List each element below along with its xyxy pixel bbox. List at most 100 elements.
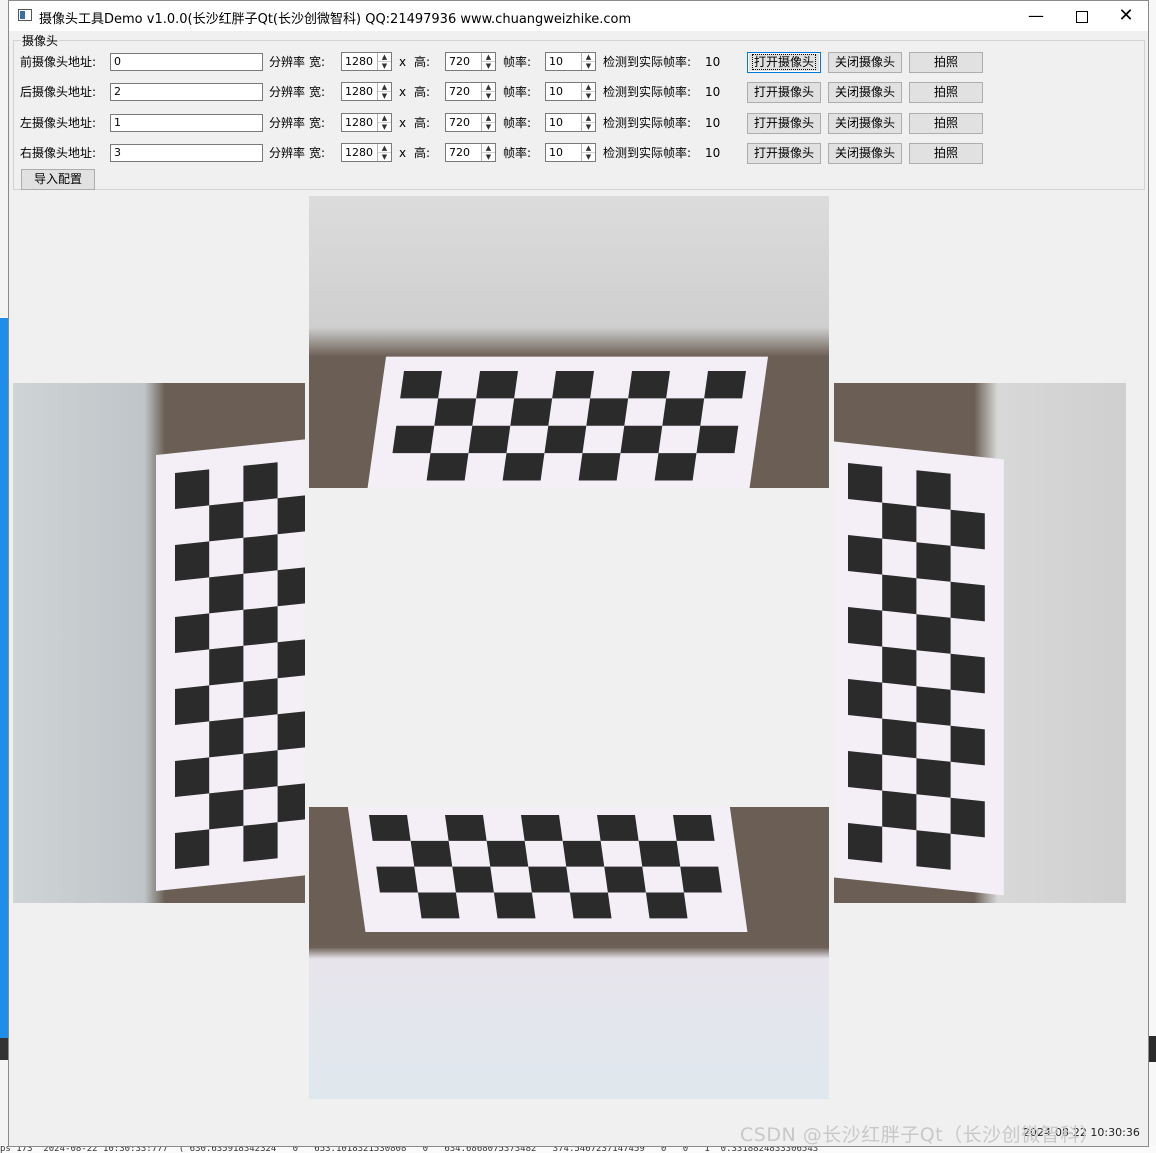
- spinbox-arrows[interactable]: ▲ ▼: [581, 83, 595, 100]
- close-camera-button[interactable]: 关闭摄像头: [828, 113, 902, 134]
- fps-spinbox[interactable]: 10 ▲ ▼: [545, 143, 596, 162]
- resolution-label: 分辨率: [269, 55, 306, 69]
- close-camera-button[interactable]: 关闭摄像头: [828, 52, 902, 73]
- width-spinbox[interactable]: 1280 ▲ ▼: [341, 82, 392, 101]
- rear-camera-feed: [309, 807, 829, 1099]
- spin-down-icon[interactable]: ▼: [378, 92, 391, 100]
- maximize-button[interactable]: [1059, 1, 1105, 31]
- height-label: 高:: [414, 55, 431, 69]
- camera-address-input[interactable]: 1: [110, 114, 263, 132]
- window-title: 摄像头工具Demo v1.0.0(长沙红胖子Qt(长沙创微智科) QQ:2149…: [39, 12, 632, 27]
- spin-down-icon[interactable]: ▼: [482, 62, 495, 70]
- spinbox-arrows[interactable]: ▲ ▼: [377, 144, 391, 161]
- close-camera-button[interactable]: 关闭摄像头: [828, 143, 902, 164]
- height-spinbox[interactable]: 720 ▲ ▼: [445, 82, 496, 101]
- spin-up-icon[interactable]: ▲: [378, 53, 391, 62]
- spinbox-value: 10: [549, 85, 563, 98]
- checkerboard-image: [834, 441, 1004, 896]
- spin-up-icon[interactable]: ▲: [582, 144, 595, 153]
- spin-up-icon[interactable]: ▲: [582, 83, 595, 92]
- spin-up-icon[interactable]: ▲: [378, 83, 391, 92]
- width-spinbox[interactable]: 1280 ▲ ▼: [341, 113, 392, 132]
- spinbox-arrows[interactable]: ▲ ▼: [377, 114, 391, 131]
- spin-down-icon[interactable]: ▼: [582, 153, 595, 161]
- width-label: 宽:: [309, 116, 326, 130]
- spinbox-value: 1280: [345, 146, 373, 159]
- spinbox-arrows[interactable]: ▲ ▼: [481, 83, 495, 100]
- open-camera-button[interactable]: 打开摄像头: [747, 143, 821, 164]
- fps-spinbox[interactable]: 10 ▲ ▼: [545, 113, 596, 132]
- spin-up-icon[interactable]: ▲: [582, 114, 595, 123]
- spin-up-icon[interactable]: ▲: [482, 114, 495, 123]
- spinbox-arrows[interactable]: ▲ ▼: [377, 83, 391, 100]
- camera-address-label: 前摄像头地址:: [20, 55, 97, 69]
- detected-fps-label: 检测到实际帧率:: [603, 146, 692, 160]
- spinbox-arrows[interactable]: ▲ ▼: [581, 144, 595, 161]
- spinbox-arrows[interactable]: ▲ ▼: [581, 53, 595, 70]
- width-spinbox[interactable]: 1280 ▲ ▼: [341, 143, 392, 162]
- spin-down-icon[interactable]: ▼: [582, 92, 595, 100]
- spin-up-icon[interactable]: ▲: [582, 53, 595, 62]
- camera-row: 右摄像头地址: 3 分辨率 宽: 1280 ▲ ▼ x 高: 720 ▲ ▼ 帧率: 10 ▲ ▼ 检测到实际帧…: [9, 142, 1150, 164]
- snapshot-button[interactable]: 拍照: [909, 113, 983, 134]
- button-label: 拍照: [933, 116, 958, 130]
- button-label: 打开摄像头: [753, 146, 814, 160]
- width-label: 宽:: [309, 146, 326, 160]
- button-label: 拍照: [933, 85, 958, 99]
- resolution-label: 分辨率: [269, 146, 306, 160]
- spin-down-icon[interactable]: ▼: [582, 123, 595, 131]
- button-label: 打开摄像头: [751, 54, 817, 70]
- spin-up-icon[interactable]: ▲: [378, 144, 391, 153]
- spinbox-value: 10: [549, 116, 563, 129]
- spin-down-icon[interactable]: ▼: [482, 123, 495, 131]
- spin-down-icon[interactable]: ▼: [378, 123, 391, 131]
- spin-down-icon[interactable]: ▼: [482, 153, 495, 161]
- times-label: x: [399, 146, 407, 160]
- spin-down-icon[interactable]: ▼: [378, 62, 391, 70]
- height-spinbox[interactable]: 720 ▲ ▼: [445, 113, 496, 132]
- spinbox-arrows[interactable]: ▲ ▼: [481, 144, 495, 161]
- close-window-button[interactable]: ✕: [1103, 1, 1149, 31]
- desktop-right-bar: [1149, 1036, 1156, 1062]
- camera-address-label: 右摄像头地址:: [20, 146, 97, 160]
- height-spinbox[interactable]: 720 ▲ ▼: [445, 52, 496, 71]
- spin-up-icon[interactable]: ▲: [482, 53, 495, 62]
- button-label: 关闭摄像头: [834, 146, 895, 160]
- watermark-text: CSDN @长沙红胖子Qt（长沙创微智科）: [740, 1124, 1100, 1146]
- open-camera-button[interactable]: 打开摄像头: [747, 82, 821, 103]
- open-camera-button[interactable]: 打开摄像头: [747, 52, 821, 73]
- spinbox-arrows[interactable]: ▲ ▼: [481, 53, 495, 70]
- spin-up-icon[interactable]: ▲: [482, 83, 495, 92]
- close-camera-button[interactable]: 关闭摄像头: [828, 82, 902, 103]
- spin-down-icon[interactable]: ▼: [582, 62, 595, 70]
- detected-fps-value: 10: [705, 85, 721, 99]
- detected-fps-value: 10: [705, 55, 721, 69]
- desktop-right-strip: [1149, 0, 1156, 1153]
- spin-down-icon[interactable]: ▼: [378, 153, 391, 161]
- title-bar[interactable]: 摄像头工具Demo v1.0.0(长沙红胖子Qt(长沙创微智科) QQ:2149…: [9, 1, 1148, 31]
- checkerboard-image: [155, 436, 305, 891]
- spin-up-icon[interactable]: ▲: [378, 114, 391, 123]
- width-spinbox[interactable]: 1280 ▲ ▼: [341, 52, 392, 71]
- camera-row: 前摄像头地址: 0 分辨率 宽: 1280 ▲ ▼ x 高: 720 ▲ ▼ 帧率: 10 ▲ ▼ 检测到实际帧…: [9, 51, 1150, 73]
- snapshot-button[interactable]: 拍照: [909, 143, 983, 164]
- snapshot-button[interactable]: 拍照: [909, 82, 983, 103]
- fps-spinbox[interactable]: 10 ▲ ▼: [545, 52, 596, 71]
- camera-address-input[interactable]: 0: [110, 53, 263, 71]
- spin-up-icon[interactable]: ▲: [482, 144, 495, 153]
- button-label: 关闭摄像头: [834, 55, 895, 69]
- spinbox-arrows[interactable]: ▲ ▼: [581, 114, 595, 131]
- button-label: 拍照: [933, 55, 958, 69]
- height-spinbox[interactable]: 720 ▲ ▼: [445, 143, 496, 162]
- spinbox-arrows[interactable]: ▲ ▼: [377, 53, 391, 70]
- camera-address-input[interactable]: 3: [110, 144, 263, 162]
- open-camera-button[interactable]: 打开摄像头: [747, 113, 821, 134]
- snapshot-button[interactable]: 拍照: [909, 52, 983, 73]
- button-label: 打开摄像头: [753, 85, 814, 99]
- spinbox-arrows[interactable]: ▲ ▼: [481, 114, 495, 131]
- spin-down-icon[interactable]: ▼: [482, 92, 495, 100]
- camera-address-input[interactable]: 2: [110, 83, 263, 101]
- fps-spinbox[interactable]: 10 ▲ ▼: [545, 82, 596, 101]
- import-config-button[interactable]: 导入配置: [21, 169, 95, 190]
- minimize-button[interactable]: —: [1013, 1, 1059, 31]
